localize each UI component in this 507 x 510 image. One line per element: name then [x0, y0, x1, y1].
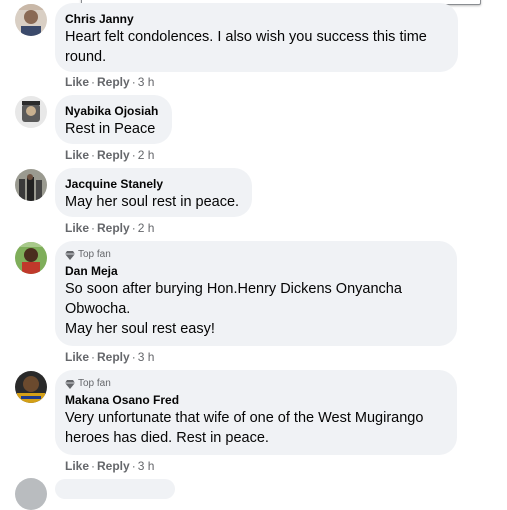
avatar[interactable]: [15, 4, 47, 36]
comment-text-line: May her soul rest in peace.: [65, 194, 240, 210]
comment-actions: Like · Reply · 3 h: [65, 350, 154, 364]
separator: ·: [131, 221, 136, 235]
timestamp[interactable]: 3 h: [138, 350, 155, 364]
comment-text-line: So soon after burying Hon.Henry Dickens …: [65, 281, 402, 297]
separator: ·: [131, 75, 136, 89]
commenter-name[interactable]: Makana Osano Fred: [65, 392, 445, 408]
reply-button[interactable]: Reply: [97, 459, 130, 473]
reply-button[interactable]: Reply: [97, 221, 130, 235]
comment-text-line: heroes has died. Rest in peace.: [65, 430, 269, 446]
badge-label: Top fan: [78, 249, 111, 260]
avatar[interactable]: [15, 371, 47, 403]
comment-bubble: Top fan Makana Osano Fred Very unfortuna…: [55, 370, 457, 455]
comment-text-line: Rest in Peace: [65, 121, 156, 137]
timestamp[interactable]: 3 h: [138, 459, 155, 473]
separator: ·: [131, 459, 136, 473]
comment-bubble: Nyabika Ojosiah Rest in Peace: [55, 95, 172, 144]
avatar[interactable]: [15, 242, 47, 274]
diamond-icon: [65, 380, 75, 389]
commenter-name[interactable]: Chris Janny: [65, 11, 446, 27]
like-button[interactable]: Like: [65, 221, 89, 235]
like-button[interactable]: Like: [65, 75, 89, 89]
comment-text-line: May her soul rest easy!: [65, 321, 215, 337]
separator: ·: [131, 148, 136, 162]
separator: ·: [131, 350, 136, 364]
comment-text-line: Obwocha.: [65, 301, 131, 317]
like-button[interactable]: Like: [65, 459, 89, 473]
avatar[interactable]: [15, 169, 47, 201]
comment-text-line: Heart felt condolences. I also wish you …: [65, 29, 427, 45]
comment-text-line: Very unfortunate that wife of one of the…: [65, 410, 424, 426]
comment-actions: Like · Reply · 2 h: [65, 221, 154, 235]
separator: ·: [91, 459, 96, 473]
top-fan-badge: Top fan: [65, 378, 445, 390]
timestamp[interactable]: 2 h: [138, 148, 155, 162]
comment-actions: Like · Reply · 2 h: [65, 148, 154, 162]
avatar[interactable]: [15, 96, 47, 128]
comment-text-line: round.: [65, 49, 107, 65]
timestamp[interactable]: 3 h: [138, 75, 155, 89]
comment-actions: Like · Reply · 3 h: [65, 75, 154, 89]
comment-actions: Like · Reply · 3 h: [65, 459, 154, 473]
comment-bubble: [55, 479, 175, 499]
reply-button[interactable]: Reply: [97, 148, 130, 162]
like-button[interactable]: Like: [65, 350, 89, 364]
commenter-name[interactable]: Jacquine Stanely: [65, 176, 240, 192]
separator: ·: [91, 75, 96, 89]
like-button[interactable]: Like: [65, 148, 89, 162]
timestamp[interactable]: 2 h: [138, 221, 155, 235]
badge-label: Top fan: [78, 378, 111, 389]
comment-bubble: Jacquine Stanely May her soul rest in pe…: [55, 168, 252, 217]
separator: ·: [91, 221, 96, 235]
reply-button[interactable]: Reply: [97, 75, 130, 89]
reply-button[interactable]: Reply: [97, 350, 130, 364]
separator: ·: [91, 148, 96, 162]
commenter-name[interactable]: Nyabika Ojosiah: [65, 103, 160, 119]
commenter-name[interactable]: Dan Meja: [65, 263, 445, 279]
separator: ·: [91, 350, 96, 364]
top-fan-badge: Top fan: [65, 249, 445, 261]
comment-bubble: Chris Janny Heart felt condolences. I al…: [55, 3, 458, 72]
comment-bubble: Top fan Dan Meja So soon after burying H…: [55, 241, 457, 346]
diamond-icon: [65, 251, 75, 260]
